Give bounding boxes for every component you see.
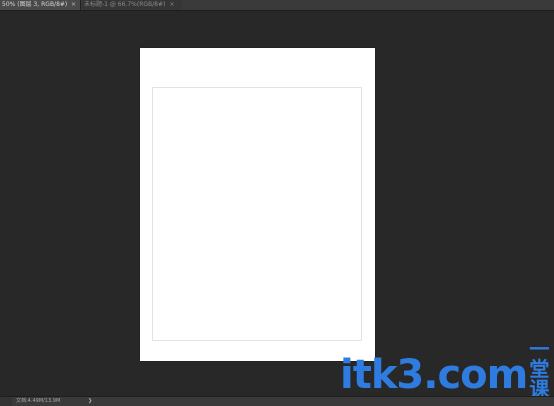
- zoom-field[interactable]: [0, 397, 12, 406]
- watermark-logo: itk3.com 一堂课: [340, 339, 550, 399]
- tab-label: 50% (图层 3, RGB/8#) *: [2, 1, 67, 8]
- photoshop-workspace: 50% (图层 3, RGB/8#) * × 未标题-1 @ 66.7%(RGB…: [0, 0, 554, 406]
- watermark-brand: itk3.com: [340, 352, 528, 398]
- document-tab-bar: 50% (图层 3, RGB/8#) * × 未标题-1 @ 66.7%(RGB…: [0, 0, 554, 11]
- watermark-cn-text: 一堂课: [529, 337, 550, 401]
- chevron-right-icon[interactable]: ❯: [88, 397, 92, 406]
- tab-divider: [80, 0, 81, 10]
- close-icon[interactable]: ×: [169, 0, 174, 10]
- close-icon[interactable]: ×: [71, 0, 76, 10]
- document-tab-active[interactable]: 50% (图层 3, RGB/8#) * ×: [0, 0, 80, 10]
- canvas-area[interactable]: [0, 11, 554, 397]
- document-tab-inactive[interactable]: 未标题-1 @ 66.7%(RGB/8#) ×: [82, 0, 182, 10]
- tab-label: 未标题-1 @ 66.7%(RGB/8#): [84, 1, 166, 8]
- content-frame: [152, 87, 362, 341]
- doc-size-info: 文档:4.49M/13.9M: [16, 398, 61, 404]
- status-bar: 文档:4.49M/13.9M ❯: [0, 396, 554, 406]
- document-canvas[interactable]: [140, 48, 375, 361]
